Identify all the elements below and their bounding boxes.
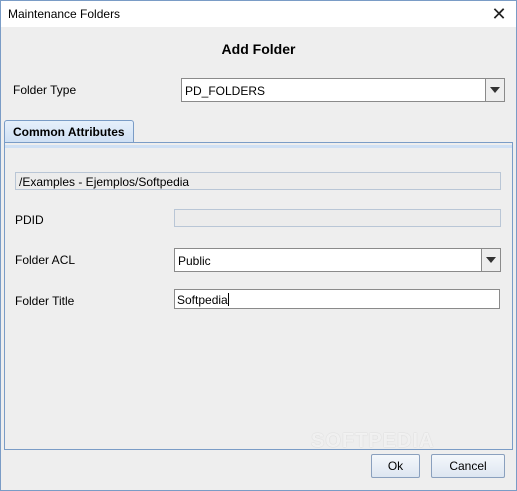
folder-title-value: Softpedia (177, 293, 228, 307)
folder-type-select[interactable]: PD_FOLDERS (181, 78, 505, 102)
folder-path-value: /Examples - Ejemplos/Softpedia (19, 175, 190, 189)
close-button[interactable]: ✕ (482, 1, 516, 27)
folder-acl-value: Public (178, 254, 211, 268)
chevron-down-icon (486, 257, 496, 263)
folder-type-value: PD_FOLDERS (185, 84, 266, 98)
folder-type-label: Folder Type (13, 83, 77, 97)
folder-acl-select[interactable]: Public (174, 248, 501, 272)
tab-common-attributes[interactable]: Common Attributes (4, 120, 134, 142)
folder-title-input[interactable]: Softpedia (174, 289, 500, 309)
ok-button[interactable]: Ok (371, 454, 420, 478)
folder-acl-dropdown-button[interactable] (481, 249, 500, 271)
tab-label: Common Attributes (13, 125, 125, 139)
folder-title-text-wrap: Softpedia (177, 293, 229, 307)
watermark-logo: SOFTPEDIA (311, 430, 435, 452)
cancel-button[interactable]: Cancel (431, 454, 505, 478)
chevron-down-icon (490, 87, 500, 93)
folder-title-label: Folder Title (15, 294, 75, 308)
folder-acl-label: Folder ACL (15, 253, 76, 267)
folder-path-field: /Examples - Ejemplos/Softpedia (15, 172, 501, 190)
pdid-label: PDID (15, 213, 44, 227)
pdid-field (174, 209, 501, 227)
window-title: Maintenance Folders (8, 7, 121, 21)
title-bar[interactable]: Maintenance Folders ✕ (1, 1, 516, 27)
folder-type-dropdown-button[interactable] (485, 79, 504, 101)
close-icon: ✕ (491, 3, 507, 24)
dialog-heading: Add Folder (221, 41, 296, 57)
dialog-window: Maintenance Folders ✕ Add Folder Folder … (0, 0, 517, 491)
text-caret (227, 293, 229, 306)
tab-underline (5, 145, 512, 148)
